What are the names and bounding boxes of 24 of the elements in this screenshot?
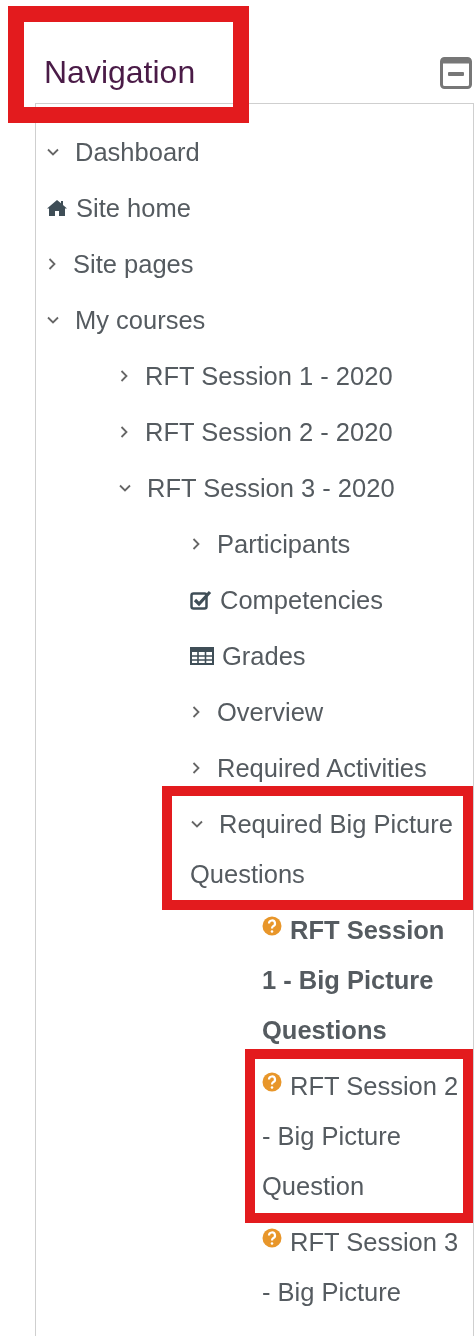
nav-link[interactable]: RFT Session 2 - Big Picture Question <box>262 1058 461 1214</box>
nav-link[interactable]: RFT Session 1 - Big Picture Questions <box>262 902 461 1058</box>
nav-link[interactable]: Site pages <box>46 236 461 292</box>
nav-link[interactable]: Site home <box>46 180 461 236</box>
nav-link[interactable]: RFT Session 1 - 2020 <box>118 348 461 404</box>
collapse-icon[interactable] <box>440 57 472 89</box>
question-circle-icon <box>262 1072 282 1093</box>
nav-link[interactable]: My courses <box>46 292 461 348</box>
home-icon <box>46 199 68 218</box>
nav-link[interactable]: RFT Session 3 - 2020 <box>118 460 461 516</box>
block-title: Navigation <box>44 53 196 92</box>
nav-link[interactable]: Participants <box>190 516 461 572</box>
nav-link[interactable]: Required Activities <box>190 740 461 796</box>
nav-link[interactable]: Grades <box>190 628 461 684</box>
nav-link[interactable]: RFT Session 3 - Big Picture <box>262 1214 461 1320</box>
nav-link[interactable]: Competencies <box>190 572 461 628</box>
nav-link[interactable]: RFT Session 2 - 2020 <box>118 404 461 460</box>
nav-link[interactable]: Overview <box>190 684 461 740</box>
nav-link[interactable]: Required Big Picture Questions <box>190 796 461 902</box>
question-circle-icon <box>262 916 282 937</box>
checkbox-icon <box>190 590 212 611</box>
question-circle-icon <box>262 1228 282 1249</box>
table-icon <box>190 647 214 666</box>
nav-link[interactable]: Dashboard <box>46 124 461 180</box>
